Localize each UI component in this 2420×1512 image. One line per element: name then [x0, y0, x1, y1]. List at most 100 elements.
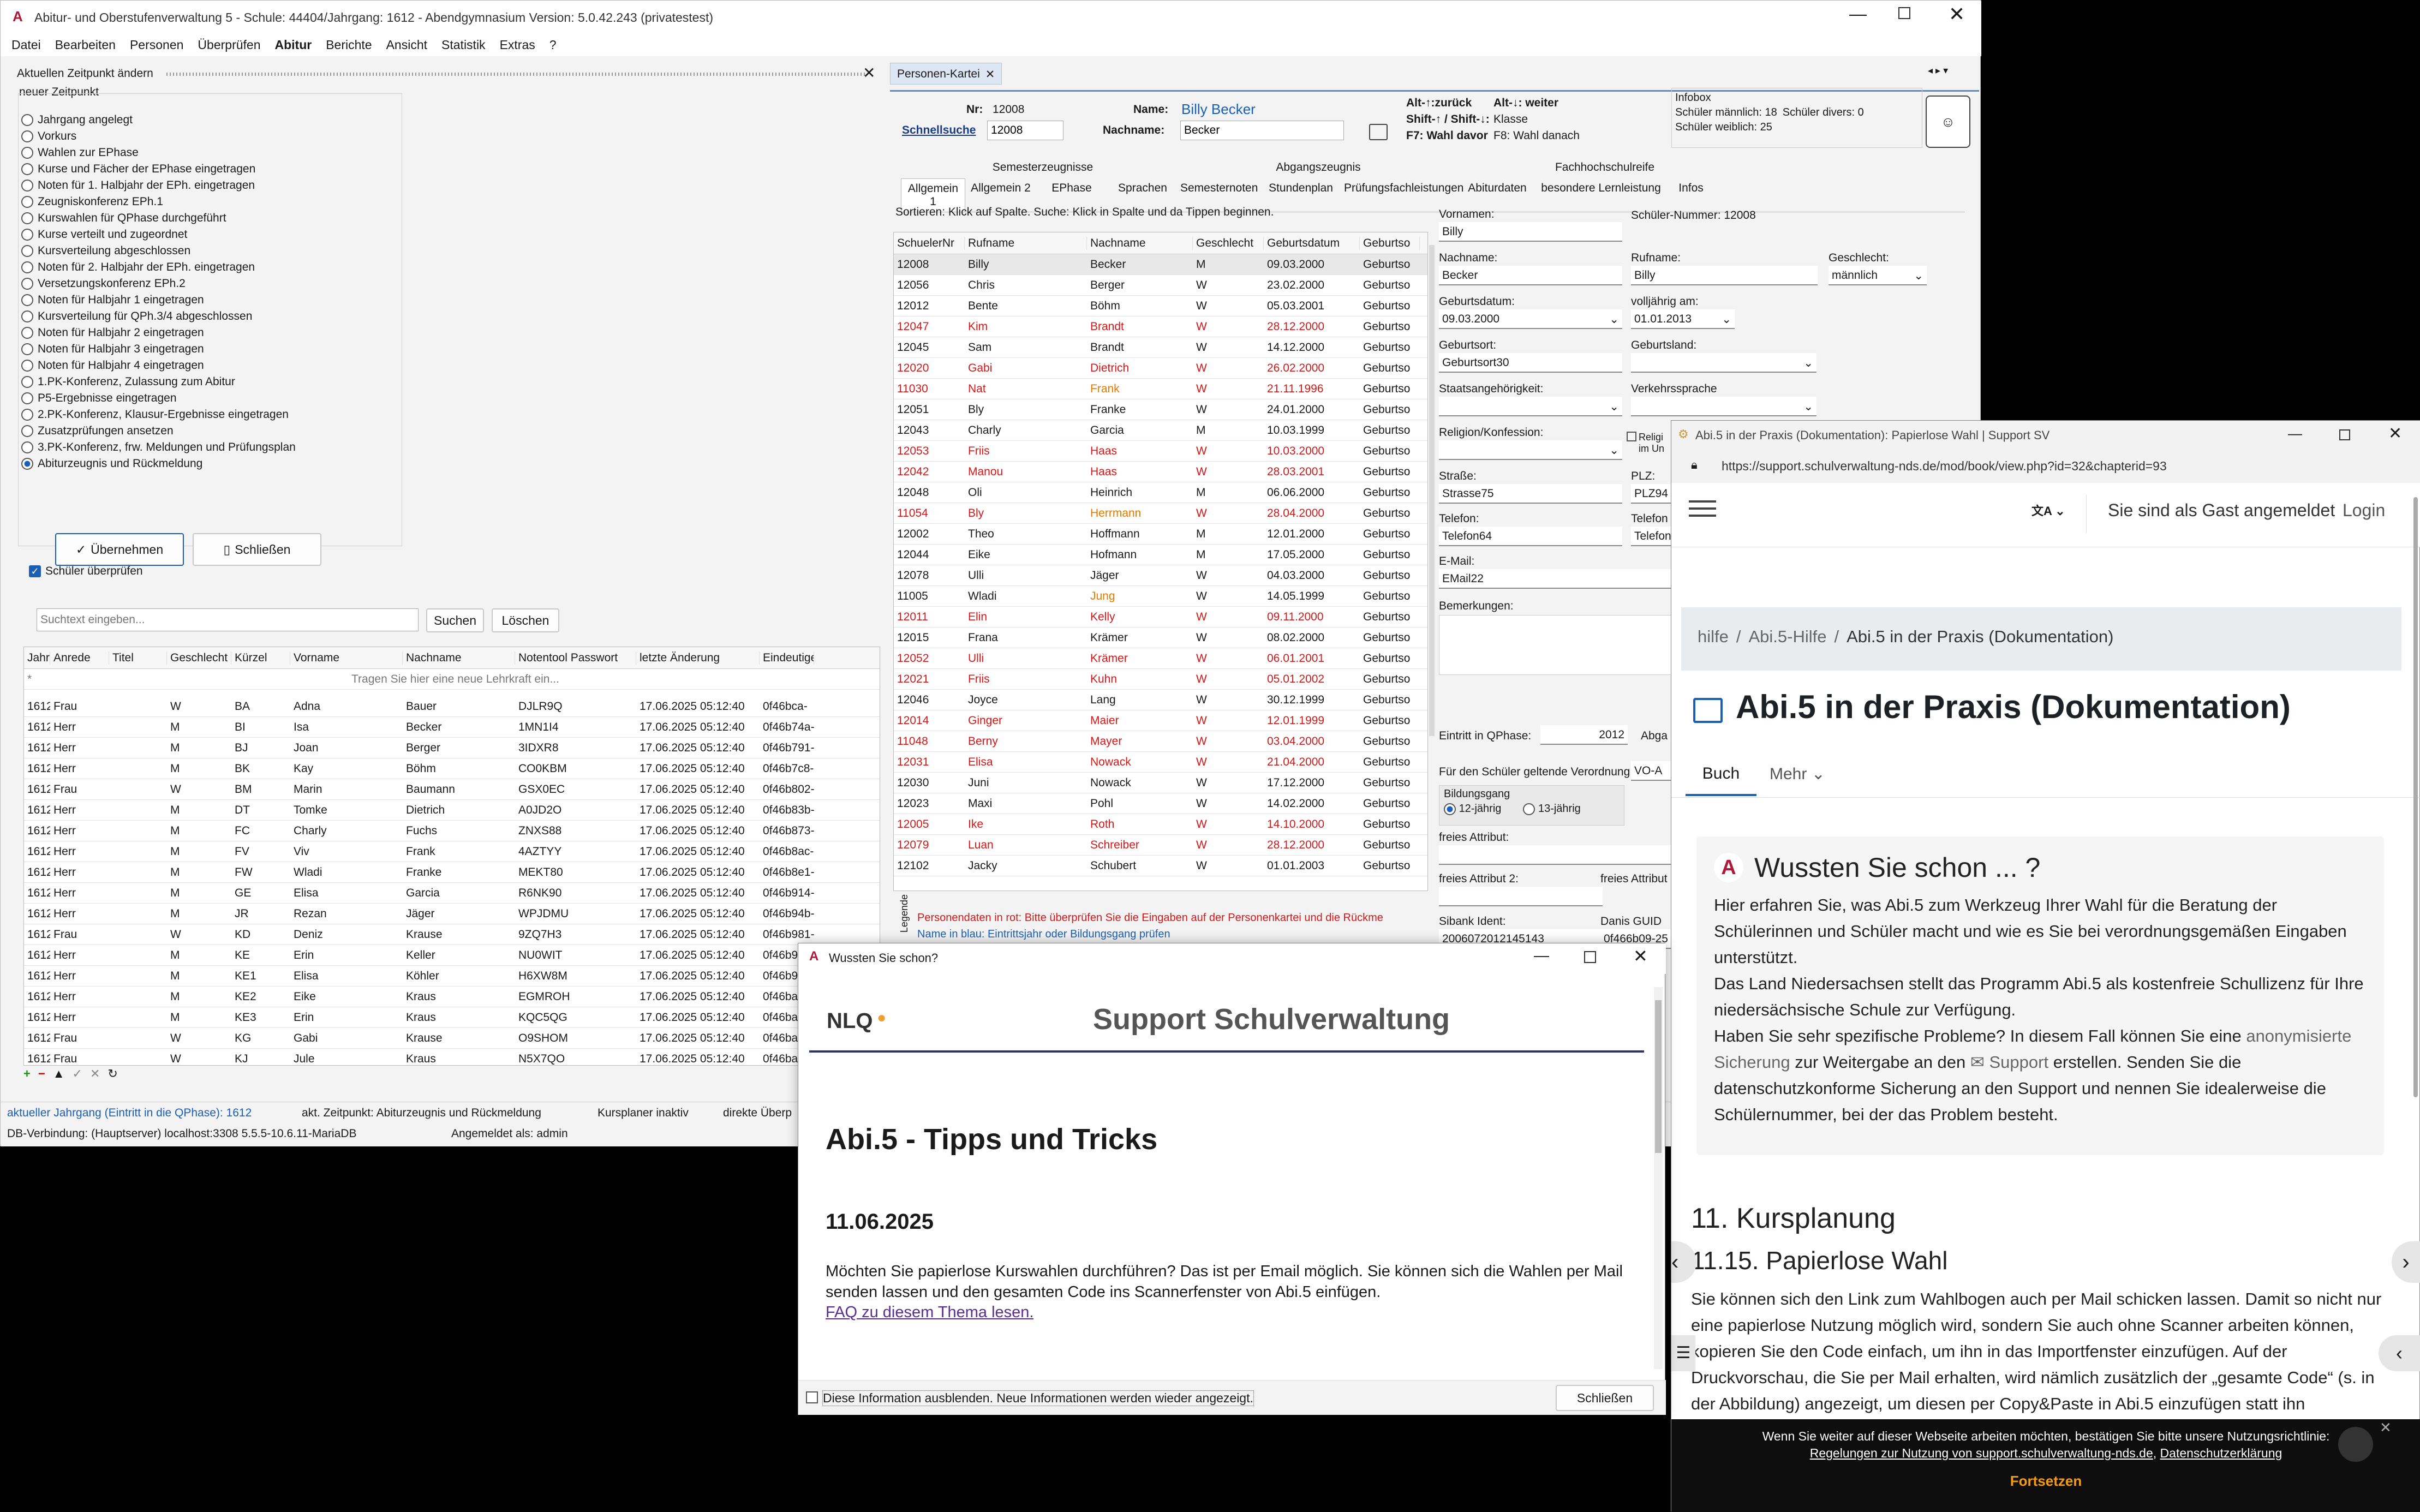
student-row[interactable]: 12020 Gabi Dietrich W 26.02.2000 Geburtso: [894, 358, 1427, 379]
radio-icon[interactable]: [21, 327, 33, 339]
teacher-row[interactable]: 1612Frau W KJ Jule Kraus N5X7QO 17.06.2025 05:…: [24, 1049, 880, 1065]
cookie-close-icon[interactable]: ✕: [2380, 1419, 2392, 1436]
teacher-row[interactable]: 1612Herr M KE2 Eike Kraus EGMROH 17.06.2025 05…: [24, 987, 880, 1007]
remove-icon[interactable]: −: [38, 1067, 45, 1081]
zeitpunkt-option[interactable]: Wahlen zur EPhase: [21, 145, 392, 161]
student-row[interactable]: 12052 Ulli Krämer W 06.01.2001 Geburtso: [894, 648, 1427, 669]
teacher-row[interactable]: 1612Frau W BA Adna Bauer DJLR9Q 17.06.2025 05:…: [24, 696, 880, 717]
breadcrumb-abi5[interactable]: Abi.5-Hilfe: [1749, 627, 1827, 651]
student-row[interactable]: 12030 Juni Nowack W 17.12.2000 Geburtso: [894, 773, 1427, 793]
radio-icon[interactable]: [21, 114, 33, 126]
student-col-header[interactable]: SchuelerNr: [894, 236, 965, 250]
zeitpunkt-option[interactable]: 3.PK-Konferenz, frw. Meldungen und Prüfu…: [21, 439, 392, 456]
suchen-button[interactable]: Suchen: [426, 608, 484, 632]
teacher-col-header[interactable]: Vorname: [290, 651, 403, 665]
loeschen-button[interactable]: Löschen: [492, 608, 559, 632]
email-field[interactable]: EMail22: [1439, 569, 1674, 589]
teacher-col-header[interactable]: Geschlecht: [167, 651, 231, 665]
login-link[interactable]: Login: [2343, 500, 2385, 521]
dialog-maximize-icon[interactable]: [1584, 951, 1596, 963]
radio-icon[interactable]: [21, 212, 33, 224]
new-teacher-row[interactable]: * Tragen Sie hier eine neue Lehrkraft ei…: [24, 669, 880, 690]
vorname-field[interactable]: Billy: [1439, 222, 1622, 242]
menu-item-1[interactable]: Bearbeiten: [55, 38, 116, 52]
checkbox-icon[interactable]: [1627, 432, 1636, 441]
breadcrumb-hilfe[interactable]: hilfe: [1698, 627, 1729, 651]
drawer-toggle-icon[interactable]: ‹: [2379, 1335, 2420, 1371]
radio-icon[interactable]: [21, 409, 33, 421]
student-row[interactable]: 12046 Joyce Lang W 30.12.1999 Geburtso: [894, 690, 1427, 710]
telefon2-field[interactable]: TelefonM: [1631, 527, 1675, 546]
bemerkungen-field[interactable]: [1439, 615, 1674, 675]
teacher-col-header[interactable]: Eindeutige: [760, 651, 814, 665]
language-icon[interactable]: 文A ⌄: [2031, 501, 2065, 519]
dialog-minimize-icon[interactable]: —: [1534, 947, 1549, 964]
student-col-header[interactable]: Geburtso: [1360, 236, 1420, 250]
cancel-icon[interactable]: ✕: [90, 1067, 100, 1081]
tab-close-icon[interactable]: ✕: [985, 68, 995, 81]
teacher-row[interactable]: 1612Herr M KE1 Elisa Köhler H6XW8M 17.06.2025 …: [24, 966, 880, 987]
student-row[interactable]: 12045 Sam Brandt W 14.12.2000 Geburtso: [894, 337, 1427, 358]
student-row[interactable]: 12056 Chris Berger W 23.02.2000 Geburtso: [894, 275, 1427, 296]
cookie-regelungen-link[interactable]: Regelungen zur Nutzung von support.schul…: [1810, 1446, 2153, 1460]
radio-icon[interactable]: [21, 360, 33, 372]
radio-icon[interactable]: [21, 441, 33, 453]
browser-minimize-icon[interactable]: —: [2288, 425, 2302, 442]
up-icon[interactable]: ▲: [53, 1067, 65, 1081]
eintritt-field[interactable]: 2012: [1540, 725, 1628, 745]
student-row[interactable]: 12042 Manou Haas W 28.03.2001 Geburtso: [894, 462, 1427, 482]
browser-scrollbar[interactable]: [2413, 497, 2418, 1097]
student-row[interactable]: 12078 Ulli Jäger W 04.03.2000 Geburtso: [894, 565, 1427, 586]
zeitpunkt-option[interactable]: Noten für 2. Halbjahr der EPh. eingetrag…: [21, 259, 392, 276]
religion-select[interactable]: ⌄: [1439, 440, 1622, 460]
nachname-search-input[interactable]: [1180, 121, 1344, 140]
browser-maximize-icon[interactable]: [2339, 429, 2350, 440]
cookie-datenschutz-link[interactable]: Datenschutzerklärung: [2160, 1446, 2282, 1460]
zeitpunkt-option[interactable]: Noten für Halbjahr 1 eingetragen: [21, 292, 392, 308]
radio-icon[interactable]: [21, 294, 33, 306]
check-schueler[interactable]: ✓ Schüler überprüfen: [29, 565, 143, 578]
tab-mehr[interactable]: Mehr ⌄: [1770, 764, 1825, 784]
radio-icon[interactable]: [21, 458, 33, 470]
student-row[interactable]: 12008 Billy Becker M 09.03.2000 Geburtso: [894, 254, 1427, 275]
teacher-row[interactable]: 1612Herr M BI Isa Becker 1MN1I4 17.06.2025 05:…: [24, 717, 880, 738]
toc-icon[interactable]: ☰: [1671, 1335, 1695, 1371]
student-row[interactable]: 12047 Kim Brandt W 28.12.2000 Geburtso: [894, 316, 1427, 337]
radio-icon[interactable]: [21, 376, 33, 388]
top-tab[interactable]: Semesterzeugnisse: [901, 161, 1185, 174]
schnellsuche-input[interactable]: [987, 121, 1063, 140]
radio-icon[interactable]: [21, 229, 33, 241]
zeitpunkt-option[interactable]: Noten für Halbjahr 3 eingetragen: [21, 341, 392, 357]
student-row[interactable]: 12012 Bente Böhm W 05.03.2001 Geburtso: [894, 296, 1427, 316]
url-text[interactable]: https://support.schulverwaltung-nds.de/m…: [1722, 459, 2404, 474]
teacher-row[interactable]: 1612Frau W KD Deniz Krause 9ZQ7H3 17.06.2025 0…: [24, 924, 880, 945]
minimize-icon[interactable]: —: [1849, 4, 1867, 24]
radio-icon[interactable]: [21, 392, 33, 404]
radio-icon[interactable]: [21, 130, 33, 142]
zeitpunkt-option[interactable]: Versetzungskonferenz EPh.2: [21, 276, 392, 292]
radio-icon[interactable]: [21, 278, 33, 290]
close-icon[interactable]: ✕: [1949, 3, 1965, 26]
radio-icon[interactable]: [21, 245, 33, 257]
teacher-row[interactable]: 1612Herr M FC Charly Fuchs ZNXS88 17.06.2025 0…: [24, 821, 880, 841]
plz-field[interactable]: PLZ94: [1631, 484, 1675, 504]
add-icon[interactable]: +: [23, 1067, 31, 1081]
menu-item-2[interactable]: Personen: [130, 38, 183, 52]
rufname-field[interactable]: Billy: [1631, 266, 1818, 285]
zeitpunkt-option[interactable]: P5-Ergebnisse eingetragen: [21, 390, 392, 407]
zeitpunkt-option[interactable]: Abiturzeugnis und Rückmeldung: [21, 456, 392, 472]
uebernehmen-button[interactable]: ✓ Übernehmen: [55, 533, 184, 566]
teacher-row[interactable]: 1612Herr M GE Elisa Garcia R6NK90 17.06.2025 0…: [24, 883, 880, 904]
radio-icon[interactable]: [21, 425, 33, 437]
student-row[interactable]: 12023 Maxi Pohl W 14.02.2000 Geburtso: [894, 793, 1427, 814]
teacher-row[interactable]: 1612Frau W BM Marin Baumann GSX0EC 17.06.2025 …: [24, 779, 880, 800]
panel-close-icon[interactable]: ✕: [863, 64, 875, 82]
zeitpunkt-option[interactable]: 2.PK-Konferenz, Klausur-Ergebnisse einge…: [21, 407, 392, 423]
menu-item-3[interactable]: Überprüfen: [198, 38, 260, 52]
radio-icon[interactable]: [21, 196, 33, 208]
next-page-icon[interactable]: ›: [2392, 1241, 2420, 1283]
top-tab[interactable]: Fachhochschulreife: [1452, 161, 1758, 174]
student-row[interactable]: 12014 Ginger Maier W 12.01.1999 Geburtso: [894, 710, 1427, 731]
maximize-icon[interactable]: [1898, 7, 1910, 19]
dialog-scrollbar[interactable]: [1654, 987, 1663, 1369]
